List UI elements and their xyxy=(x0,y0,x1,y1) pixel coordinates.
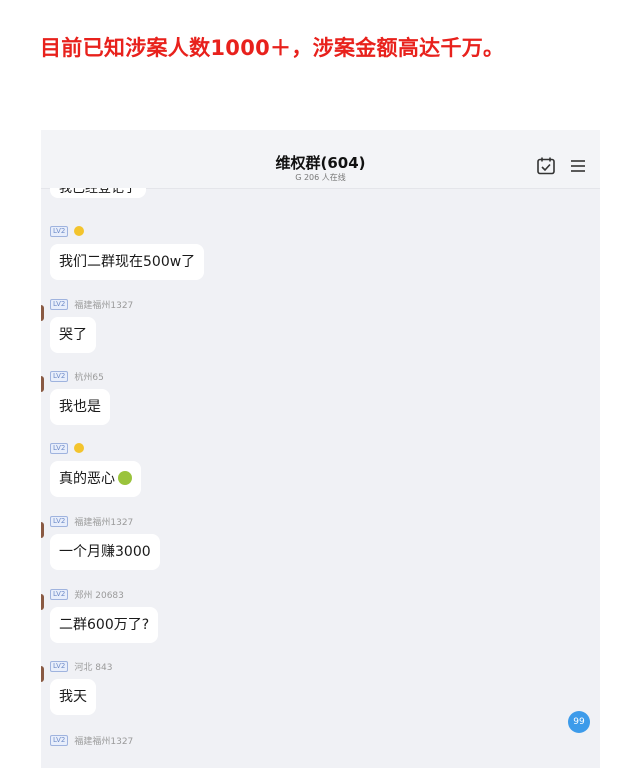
sad-face-icon xyxy=(74,226,85,236)
message-bubble: 一个月赚3000 xyxy=(50,534,160,570)
level-badge: LV2 xyxy=(50,660,69,672)
green-face-icon xyxy=(118,471,132,485)
message-meta: LV2 河北 843 xyxy=(50,660,113,673)
message-bubble: 二群600万了? xyxy=(50,607,159,643)
group-title: 维权群(604) xyxy=(275,154,366,172)
unread-count-badge[interactable]: 99 xyxy=(568,711,590,733)
chat-header: 维权群(604) G 206 人在线 xyxy=(41,130,600,189)
level-badge: LV2 xyxy=(50,734,69,746)
online-count: G 206 人在线 xyxy=(295,173,346,182)
sender-nickname: 郑州 20683 xyxy=(74,590,124,601)
level-badge: LV2 xyxy=(50,298,69,310)
calendar-check-icon[interactable] xyxy=(536,156,556,176)
message-item: LV2 福建福州1327 xyxy=(50,734,134,747)
message-item: LV2 福建福州1327 哭了 xyxy=(50,298,133,353)
message-bubble: 我们二群现在500w了 xyxy=(50,244,205,280)
message-meta: LV2 xyxy=(50,225,204,237)
message-item: LV2 郑州 20683 二群600万了? xyxy=(50,588,159,643)
avatar[interactable] xyxy=(41,522,44,538)
message-item: LV2 河北 843 我天 xyxy=(50,660,112,715)
sad-face-icon xyxy=(74,443,85,453)
sender-nickname: 河北 843 xyxy=(74,662,113,673)
avatar[interactable] xyxy=(41,594,44,610)
message-item: LV2 真的恶心 xyxy=(50,442,141,497)
level-badge: LV2 xyxy=(50,588,69,600)
sender-nickname: 福建福州1327 xyxy=(74,300,134,311)
message-list[interactable]: 我已经登记了 LV2 我们二群现在500w了 LV2 福建福州1327 哭了 L… xyxy=(41,188,600,768)
message-meta: LV2 杭州65 xyxy=(50,370,110,383)
chat-window: 维权群(604) G 206 人在线 我已经登记了 LV2 我们二群现在500w… xyxy=(41,130,600,768)
headline: 目前已知涉案人数1000＋，涉案金额高达千万。 xyxy=(40,36,505,60)
hamburger-menu-icon[interactable] xyxy=(568,156,588,176)
message-meta: LV2 福建福州1327 xyxy=(50,734,134,747)
message-meta: LV2 福建福州1327 xyxy=(50,515,160,528)
level-badge: LV2 xyxy=(50,225,69,237)
message-meta: LV2 xyxy=(50,442,141,454)
message-item: LV2 福建福州1327 一个月赚3000 xyxy=(50,515,160,570)
message-meta: LV2 福建福州1327 xyxy=(50,298,134,311)
message-bubble: 我也是 xyxy=(50,389,110,425)
sender-nickname: 福建福州1327 xyxy=(74,736,134,747)
level-badge: LV2 xyxy=(50,442,69,454)
message-meta: LV2 郑州 20683 xyxy=(50,588,158,601)
level-badge: LV2 xyxy=(50,370,69,382)
avatar[interactable] xyxy=(41,376,44,392)
message-bubble: 我天 xyxy=(50,679,96,715)
message-text: 真的恶心 xyxy=(59,471,115,487)
avatar[interactable] xyxy=(41,305,44,321)
message-item: LV2 杭州65 我也是 xyxy=(50,370,110,425)
sender-nickname: 福建福州1327 xyxy=(74,517,134,528)
level-badge: LV2 xyxy=(50,515,69,527)
message-bubble: 真的恶心 xyxy=(50,461,141,497)
message-bubble: 哭了 xyxy=(50,317,96,353)
message-bubble-partial: 我已经登记了 xyxy=(50,188,147,198)
message-item: LV2 我们二群现在500w了 xyxy=(50,225,205,280)
sender-nickname: 杭州65 xyxy=(74,372,104,383)
avatar[interactable] xyxy=(41,666,44,682)
